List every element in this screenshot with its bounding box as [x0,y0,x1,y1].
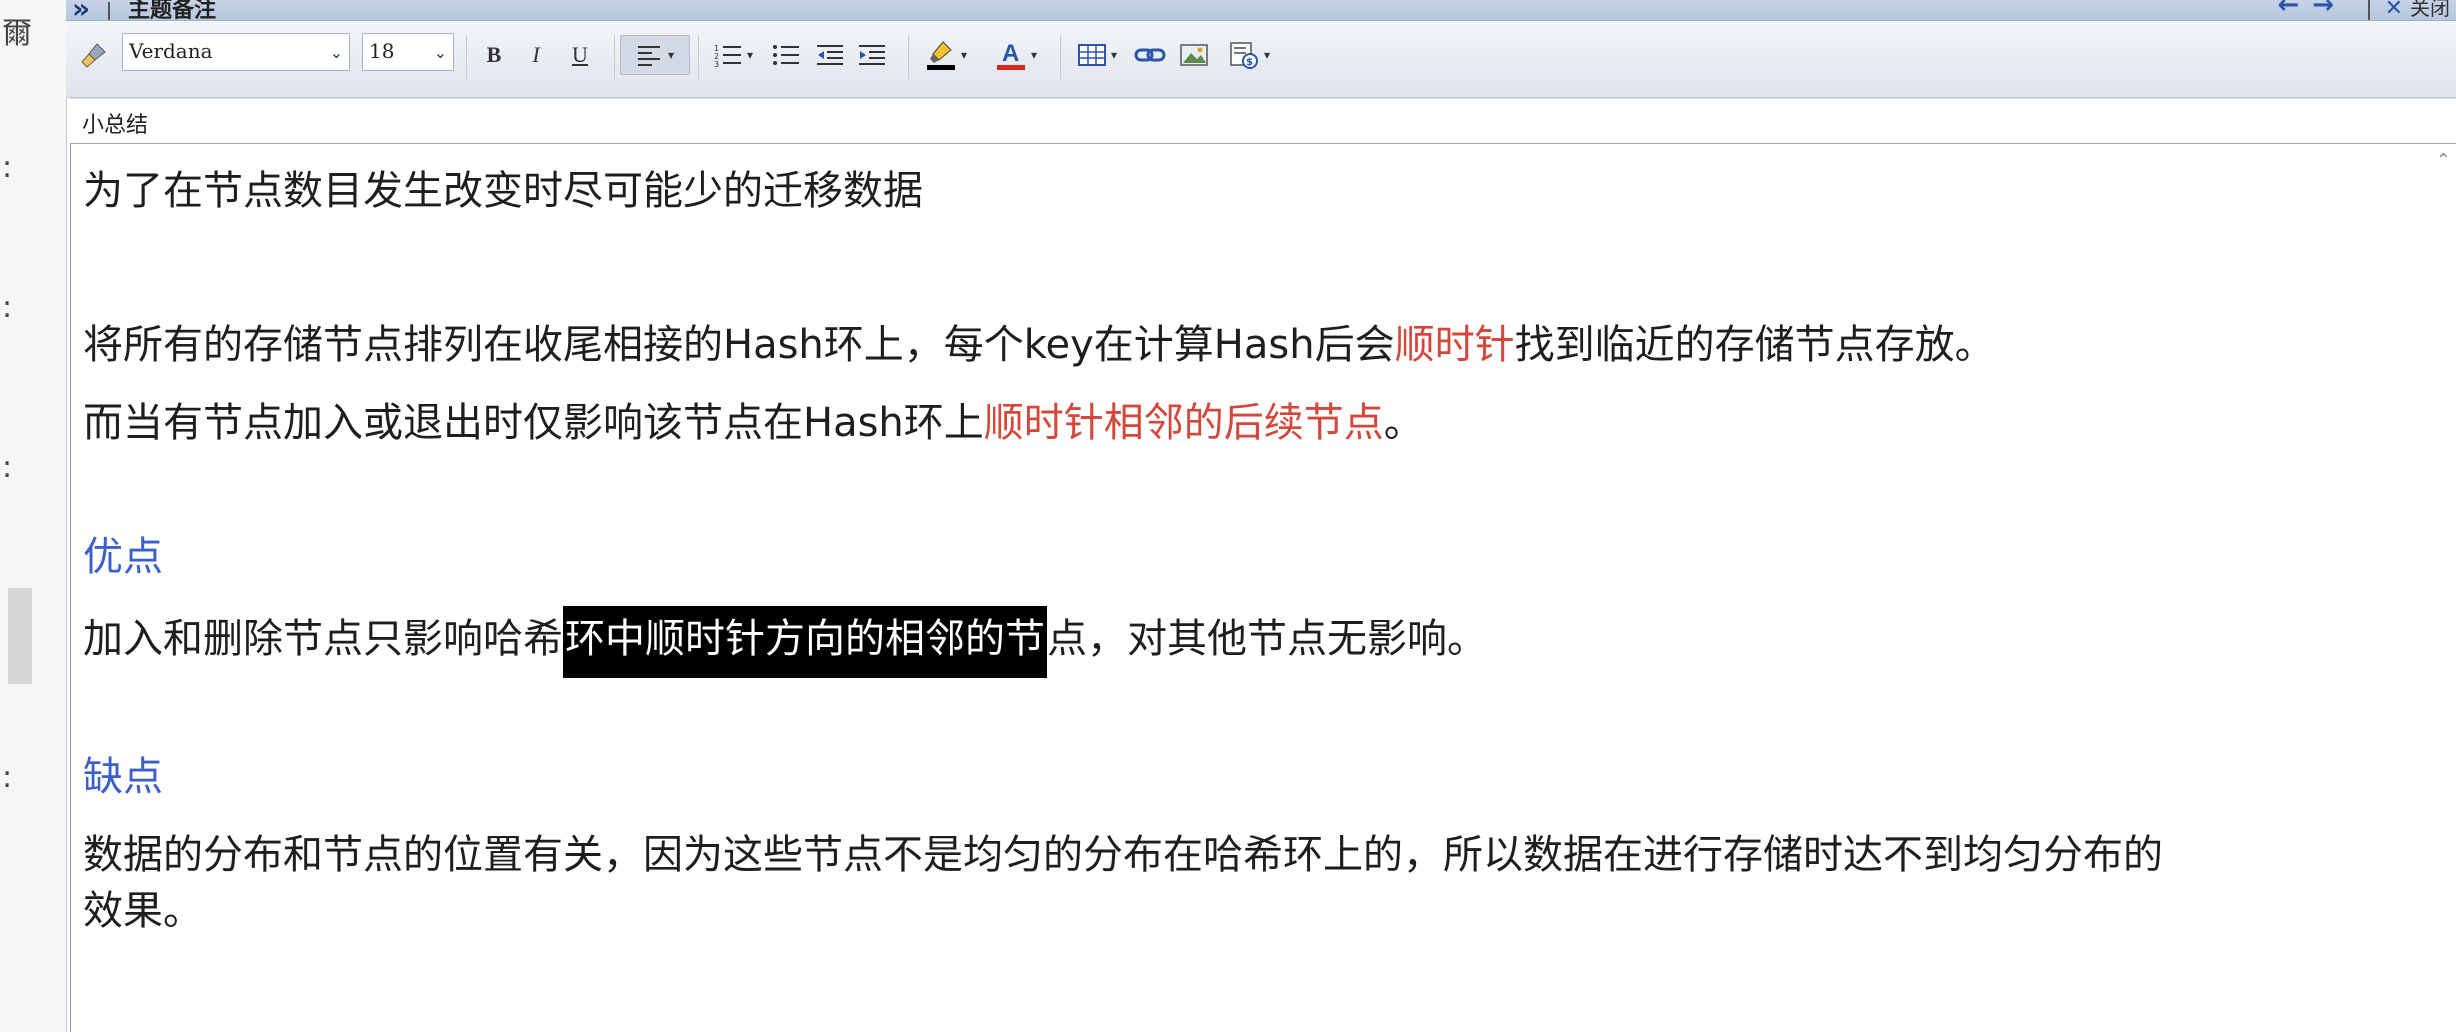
close-icon: ✕ [2384,0,2403,21]
decrease-indent-button[interactable] [810,35,850,75]
indent-icon [859,45,885,65]
background-window-strip: 爾 : : : : [0,0,67,1032]
font-size-select[interactable]: 18 ⌄ [362,33,454,71]
toolbar-divider [698,35,699,79]
background-glyph: : [2,450,13,485]
toolbar-divider [466,35,467,79]
clear-format-button[interactable] [74,35,114,75]
italic-button[interactable]: I [516,35,556,75]
close-button[interactable]: ✕ 关闭 [2385,0,2450,21]
text-line: 加入和删除节点只影响哈希环中顺时针方向的相邻的节点，对其他节点无影响。 [83,606,1487,678]
table-icon [1077,44,1106,66]
cons-heading: 缺点 [83,754,163,800]
para3-text: 而当有节点加入或退出时仅影响该节点在Hash环上 [83,400,984,446]
toolbar-divider [908,35,909,79]
pros-text-end: 点，对其他节点无影响。 [1047,616,1487,662]
title-separator [2368,0,2370,20]
font-color-swatch [996,65,1025,70]
bullet-list-icon [773,45,799,65]
font-color-button[interactable]: A ▾ [984,35,1048,75]
insert-link-button[interactable] [1130,35,1170,75]
navigate-arrows-button[interactable]: ← → [2277,0,2336,20]
notes-title-bar: » 主题备注 ← → ✕ 关闭 [66,0,2456,25]
dropdown-arrow-icon: ▾ [746,48,754,62]
dropdown-arrow-icon: ▾ [1110,48,1118,62]
para3-text-end: 。 [1383,400,1424,446]
font-size-value: 18 [369,39,395,63]
text-line: 数据的分布和节点的位置有关，因为这些节点不是均匀的分布在哈希环上的，所以数据在进… [83,830,2163,880]
background-glyph: : [2,760,13,795]
subject-field[interactable]: 小总结 [70,98,2456,144]
text-line: 效果。 [83,886,203,936]
highlight-color-button[interactable]: ▾ [914,35,978,75]
link-icon [1134,48,1166,62]
background-glyph: : [2,150,13,185]
dropdown-arrow-icon: ▾ [960,48,968,62]
brush-icon [81,43,106,68]
toolbar-divider [614,35,615,79]
close-label: 关闭 [2410,0,2450,20]
background-glyph: : [2,290,13,325]
bold-button[interactable]: B [474,35,514,75]
notes-editor[interactable]: ⌃ 为了在节点数目发生改变时尽可能少的迁移数据 将所有的存储节点排列在收尾相接的… [70,144,2456,1032]
intro-text: 为了在节点数目发生改变时尽可能少的迁移数据 [83,168,923,214]
align-left-icon [637,46,660,66]
para2-emphasis: 顺时针 [1394,322,1515,368]
background-glyph: 爾 [2,16,32,51]
image-icon [1180,44,1208,66]
text-line: 而当有节点加入或退出时仅影响该节点在Hash环上顺时针相邻的后续节点。 [83,398,1424,448]
svg-text:$: $ [1246,57,1253,68]
font-color-icon: A [996,40,1025,70]
numbered-list-icon: 1 2 3 [714,44,741,68]
format-toolbar: Verdana ⌄ 18 ⌄ B I U ▾ 1 2 3 ▾ ▾ A ▾ ▾ $… [66,21,2456,98]
svg-text:3: 3 [714,60,719,68]
text-line: 将所有的存储节点排列在收尾相接的Hash环上，每个key在计算Hash后会顺时针… [83,320,1995,370]
underline-button[interactable]: U [560,35,600,75]
title-separator [108,2,110,20]
scroll-up-icon[interactable]: ⌃ [2436,150,2451,171]
increase-indent-button[interactable] [852,35,892,75]
insert-image-button[interactable] [1174,35,1214,75]
font-name-value: Verdana [129,39,213,63]
insert-attachment-button[interactable]: $ ▾ [1218,35,1280,75]
bullet-list-button[interactable] [766,35,806,75]
chevron-down-icon: ⌄ [329,43,343,62]
highlighter-icon [926,41,955,70]
cons-text-end: 效果。 [83,888,203,934]
numbered-list-button[interactable]: 1 2 3 ▾ [704,35,762,75]
para2-text-end: 找到临近的存储节点存放。 [1514,322,1995,368]
para3-emphasis: 顺时针相邻的后续节点 [983,400,1384,446]
selected-text: 环中顺时针方向的相邻的节 [563,606,1047,678]
cons-text: 数据的分布和节点的位置有关，因为这些节点不是均匀的分布在哈希环上的，所以数据在进… [83,832,2163,878]
svg-text:A: A [1002,40,1019,67]
insert-table-button[interactable]: ▾ [1068,35,1126,75]
align-button[interactable]: ▾ [620,35,690,75]
pros-heading: 优点 [83,534,163,580]
toolbar-divider [1060,35,1061,79]
chevron-down-icon: ⌄ [433,43,447,62]
attachment-icon: $ [1230,42,1258,69]
background-scrollbar-thumb[interactable] [8,588,32,684]
para2-text: 将所有的存储节点排列在收尾相接的Hash环上，每个key在计算Hash后会 [83,322,1395,368]
pros-text: 加入和删除节点只影响哈希 [83,616,563,662]
subject-label: 小总结 [82,113,149,138]
dropdown-arrow-icon: ▾ [1030,48,1038,62]
text-line: 为了在节点数目发生改变时尽可能少的迁移数据 [83,166,923,216]
outdent-icon [817,45,843,65]
dropdown-arrow-icon: ▾ [667,48,675,62]
font-name-select[interactable]: Verdana ⌄ [122,33,350,71]
highlight-swatch [926,65,955,70]
dropdown-arrow-icon: ▾ [1263,48,1271,62]
